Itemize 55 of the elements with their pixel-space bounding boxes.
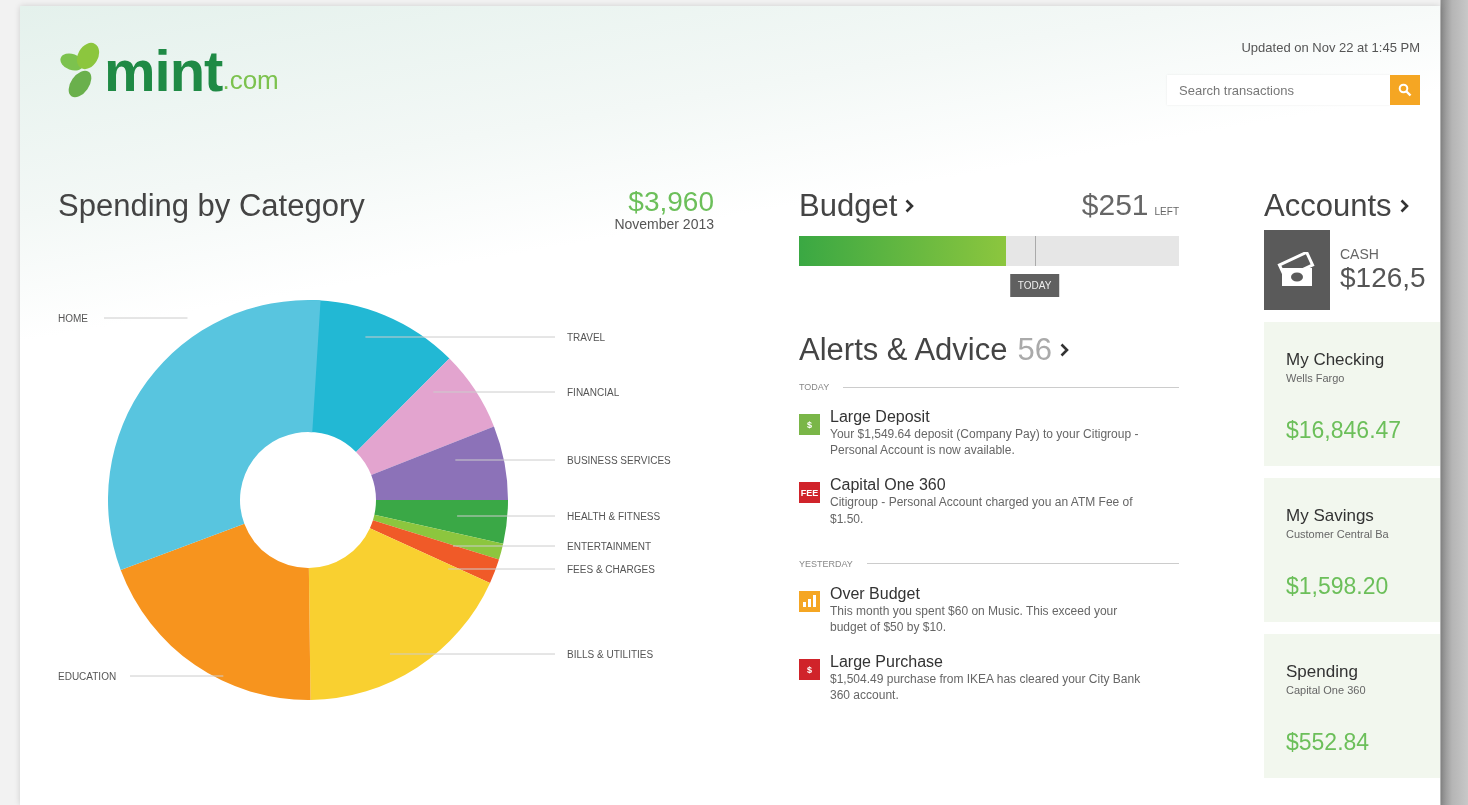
budget-amount: $251 — [1081, 188, 1149, 221]
period-label: November 2013 — [614, 216, 714, 232]
bank-name: Wells Fargo — [1286, 372, 1346, 384]
left-label: LEFT — [1154, 206, 1179, 217]
bar-chart-icon — [799, 590, 820, 612]
bank-name: Capital One 360 — [1286, 684, 1367, 696]
alert-text: $1,504.49 purchase from IKEA has cleared your City Bank 360 account. — [830, 671, 1142, 704]
spending-total: $3,960 — [628, 188, 714, 216]
fee-badge: FEE — [799, 482, 820, 504]
category-label: EDUCATION — [58, 671, 117, 682]
cash-label: CASH — [1340, 246, 1380, 262]
group-label: TODAY — [799, 382, 830, 392]
account-name: My Savings — [1286, 506, 1375, 526]
today-tooltip: TODAY — [1009, 274, 1060, 297]
updated-time: Updated on Nov 22 at 1:45 PM — [1241, 40, 1420, 55]
account-name: My Checking — [1286, 350, 1386, 370]
accounts-link[interactable]: Accounts — [1264, 188, 1440, 224]
account-card[interactable]: My Checking Wells Fargo $16,846.47 — [1264, 322, 1440, 466]
search-button[interactable] — [1390, 75, 1420, 105]
search-field[interactable]: Search transactions — [1167, 75, 1390, 105]
category-label: BUSINESS SERVICES — [567, 455, 671, 466]
budget-link[interactable]: Budget — [799, 188, 915, 224]
alert-title[interactable]: Over Budget — [830, 584, 1150, 603]
alert-title[interactable]: Large Purchase — [830, 653, 1150, 672]
alert-title[interactable]: Large Deposit — [830, 408, 1150, 426]
alerts-link[interactable]: Alerts & Advice 56 — [799, 332, 1179, 368]
account-card[interactable]: My Savings Customer Central Ba $1,598.20 — [1264, 478, 1440, 622]
account-card[interactable]: Spending Capital One 360 $552.84 — [1264, 634, 1440, 778]
search-icon — [1398, 83, 1412, 97]
category-label: TRAVEL — [567, 332, 606, 343]
dollar-badge: $ — [799, 414, 820, 435]
alert-title[interactable]: Capital One 360 — [830, 476, 1150, 495]
alert-text: This month you spent $60 on Music. This exceed your budget of $50 by $10. — [830, 602, 1119, 636]
cash-icon — [1264, 230, 1330, 310]
alert-text: Citigroup - Personal Account charged you an ATM Fee of $1.50. — [830, 494, 1134, 527]
category-label: HEALTH & FITNESS — [567, 511, 661, 522]
chevron-right-icon — [1399, 199, 1409, 213]
category-label: BILLS & UTILITIES — [567, 649, 654, 660]
account-balance: $552.84 — [1286, 729, 1371, 756]
section-title: Spending by Category — [58, 188, 365, 224]
category-label: FINANCIAL — [567, 387, 620, 398]
account-balance: $1,598.20 — [1286, 573, 1390, 600]
chevron-right-icon — [905, 199, 915, 213]
category-label: HOME — [58, 313, 88, 324]
dollar-badge: $ — [799, 659, 820, 681]
account-name: Spending — [1286, 662, 1359, 682]
category-label: ENTERTAINMENT — [567, 541, 652, 552]
bank-name: Customer Central Ba — [1286, 528, 1390, 540]
category-label: FEES & CHARGES — [567, 564, 655, 575]
account-balance: $16,846.47 — [1286, 417, 1403, 444]
group-label: YESTERDAY — [799, 558, 853, 569]
cash-amount: $126,5 — [1340, 262, 1426, 294]
chevron-right-icon — [1059, 343, 1069, 357]
alert-text: Your $1,549.64 deposit (Company Pay) to your Citigroup - Personal Account is now available. — [830, 426, 1140, 459]
mint-logo: mint.com — [58, 42, 279, 100]
